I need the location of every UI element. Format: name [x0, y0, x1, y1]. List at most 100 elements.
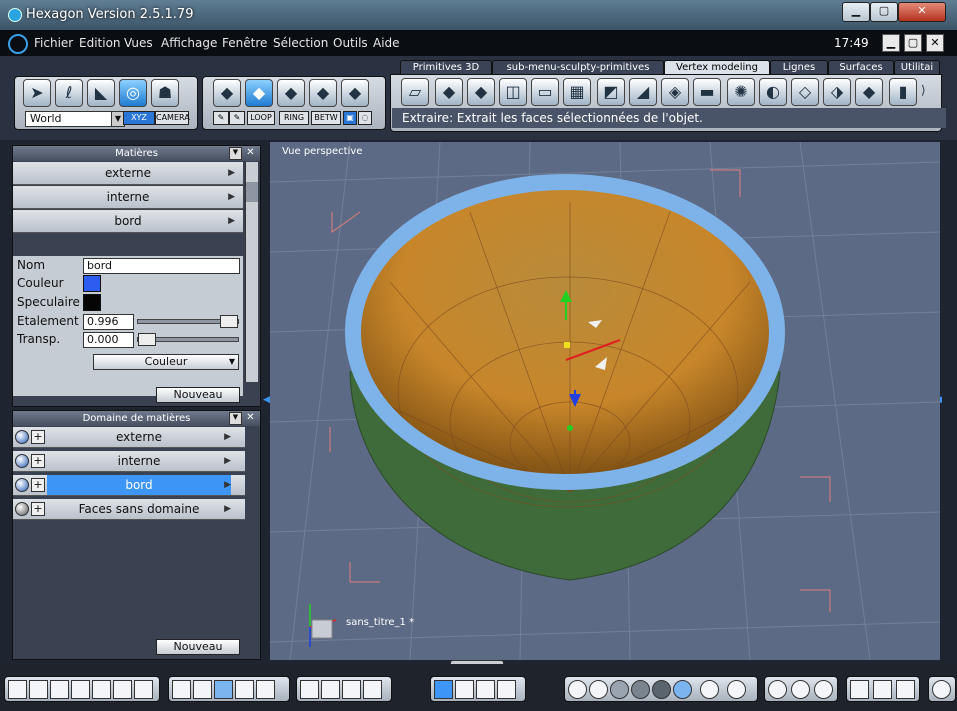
xyz-button[interactable]: XYZ: [123, 111, 155, 125]
auto-mode-icon[interactable]: ◆: [341, 79, 369, 107]
panel-close-icon[interactable]: ✕: [245, 147, 256, 158]
snap-icon[interactable]: [193, 680, 212, 699]
domain-item-bord[interactable]: + bord ▶: [13, 475, 245, 496]
plane-icon[interactable]: ▭: [531, 78, 559, 106]
render-preview-icon[interactable]: [768, 680, 787, 699]
transp-field[interactable]: 0.000: [83, 332, 134, 348]
menu-affichage[interactable]: Affichage: [161, 36, 217, 50]
materials-scrollbar[interactable]: [245, 162, 258, 382]
color-swatch[interactable]: [83, 275, 101, 292]
layout-three-alt-icon[interactable]: [92, 680, 111, 699]
menu-aide[interactable]: Aide: [373, 36, 400, 50]
zoom-icon[interactable]: [342, 680, 361, 699]
wire-sphere-icon[interactable]: [568, 680, 587, 699]
grow-select-icon[interactable]: ▣: [343, 111, 357, 125]
extrude-icon[interactable]: ▱: [401, 78, 429, 106]
render-icon[interactable]: [791, 680, 810, 699]
menu-fenetre[interactable]: Fenêtre: [222, 36, 267, 50]
new-domain-button[interactable]: Nouveau: [156, 639, 240, 655]
betw-button[interactable]: BETW: [311, 111, 341, 125]
rotate-icon[interactable]: [455, 680, 474, 699]
transp-slider[interactable]: [137, 333, 239, 346]
universal-icon[interactable]: [497, 680, 516, 699]
lasso-icon[interactable]: ℓ: [55, 79, 83, 107]
specular-swatch[interactable]: [83, 294, 101, 311]
maximize-button[interactable]: ▢: [870, 2, 898, 22]
wire-on-shaded-icon[interactable]: [673, 680, 692, 699]
slider-thumb[interactable]: [220, 315, 238, 328]
bevel-icon[interactable]: ◆: [467, 78, 495, 106]
domain-item-no-domain[interactable]: + Faces sans domaine ▶: [13, 499, 245, 520]
panel-menu-icon[interactable]: ▼: [229, 412, 242, 425]
name-field[interactable]: bord: [83, 258, 240, 274]
channel-select[interactable]: Couleur ▼: [93, 354, 239, 370]
tab-primitives-3d[interactable]: Primitives 3D: [400, 60, 492, 75]
tab-utilities[interactable]: Utilitai: [894, 60, 940, 75]
spread-slider[interactable]: [137, 315, 239, 328]
move-faces-icon[interactable]: ⬗: [823, 78, 851, 106]
loop-button[interactable]: LOOP: [247, 111, 275, 125]
layout-quad-icon[interactable]: [29, 680, 48, 699]
coordinate-system-select[interactable]: World ▼: [25, 111, 125, 127]
tab-vertex-modeling[interactable]: Vertex modeling: [664, 60, 770, 75]
add-icon[interactable]: +: [31, 430, 45, 444]
panel-menu-icon[interactable]: ▼: [229, 147, 242, 160]
render-settings-icon[interactable]: [814, 680, 833, 699]
minimize-button[interactable]: ▁: [842, 2, 870, 22]
textured-icon[interactable]: [652, 680, 671, 699]
vertex-mode-icon[interactable]: ◆: [309, 79, 337, 107]
menu-fichier[interactable]: Fichier: [34, 36, 73, 50]
subdivide-icon[interactable]: ✺: [727, 78, 755, 106]
object-mode-icon[interactable]: ◆: [213, 79, 241, 107]
doc-maximize-button[interactable]: ▢: [904, 34, 922, 52]
unwrap-icon[interactable]: [896, 680, 915, 699]
grid-toggle-icon[interactable]: [214, 680, 233, 699]
bridge-icon[interactable]: ▬: [693, 78, 721, 106]
slider-thumb[interactable]: [138, 333, 156, 346]
magnet-select-icon[interactable]: ◎: [119, 79, 147, 107]
flat-shaded-icon[interactable]: [610, 680, 629, 699]
panel-close-icon[interactable]: ✕: [245, 412, 256, 423]
pen-icon[interactable]: ✎: [213, 111, 229, 125]
edge-mode-icon[interactable]: ◆: [277, 79, 305, 107]
grid-settings-icon[interactable]: [256, 680, 275, 699]
more-tools-icon[interactable]: ⟩: [921, 83, 926, 97]
material-item-interne[interactable]: interne ▶: [13, 186, 243, 209]
tab-surfaces[interactable]: Surfaces: [828, 60, 894, 75]
layout-split-icon[interactable]: [50, 680, 69, 699]
spread-field[interactable]: 0.996: [83, 314, 134, 330]
layout-three-icon[interactable]: [71, 680, 90, 699]
3d-viewport[interactable]: [270, 142, 940, 660]
camera-button[interactable]: CAMERA: [155, 111, 190, 125]
menu-selection[interactable]: Sélection: [273, 36, 328, 50]
add-icon[interactable]: +: [31, 454, 45, 468]
new-material-button[interactable]: Nouveau: [156, 387, 240, 403]
inset-icon[interactable]: ◫: [499, 78, 527, 106]
weld-icon[interactable]: ◈: [661, 78, 689, 106]
tessellate-icon[interactable]: ▦: [563, 78, 591, 106]
close-button[interactable]: ✕: [898, 2, 946, 22]
cube-extrude-icon[interactable]: ◆: [435, 78, 463, 106]
extract-icon[interactable]: ◆: [855, 78, 883, 106]
pan-icon[interactable]: [321, 680, 340, 699]
layout-horizontal-icon[interactable]: [113, 680, 132, 699]
brush-icon[interactable]: ✎: [229, 111, 245, 125]
domain-item-externe[interactable]: + externe ▶: [13, 427, 245, 448]
smooth-shaded-icon[interactable]: [631, 680, 650, 699]
tab-sculpty-primitives[interactable]: sub-menu-sculpty-primitives: [492, 60, 664, 75]
menu-vues[interactable]: Vues: [124, 36, 153, 50]
scale-icon[interactable]: [476, 680, 495, 699]
face-mode-icon[interactable]: ◆: [245, 79, 273, 107]
paint-select-icon[interactable]: ◣: [87, 79, 115, 107]
layout-vertical-icon[interactable]: [134, 680, 153, 699]
add-icon[interactable]: +: [31, 478, 45, 492]
grid-red-icon[interactable]: [235, 680, 254, 699]
menu-outils[interactable]: Outils: [333, 36, 368, 50]
ring-button[interactable]: RING: [279, 111, 309, 125]
scrollbar-thumb[interactable]: [246, 182, 258, 202]
doc-minimize-button[interactable]: ▁: [882, 34, 900, 52]
light-sphere-icon[interactable]: [727, 680, 746, 699]
material-item-bord[interactable]: bord ▶: [13, 210, 243, 233]
unfold-icon[interactable]: ▮: [889, 78, 917, 106]
wire-shaded-icon[interactable]: [589, 680, 608, 699]
